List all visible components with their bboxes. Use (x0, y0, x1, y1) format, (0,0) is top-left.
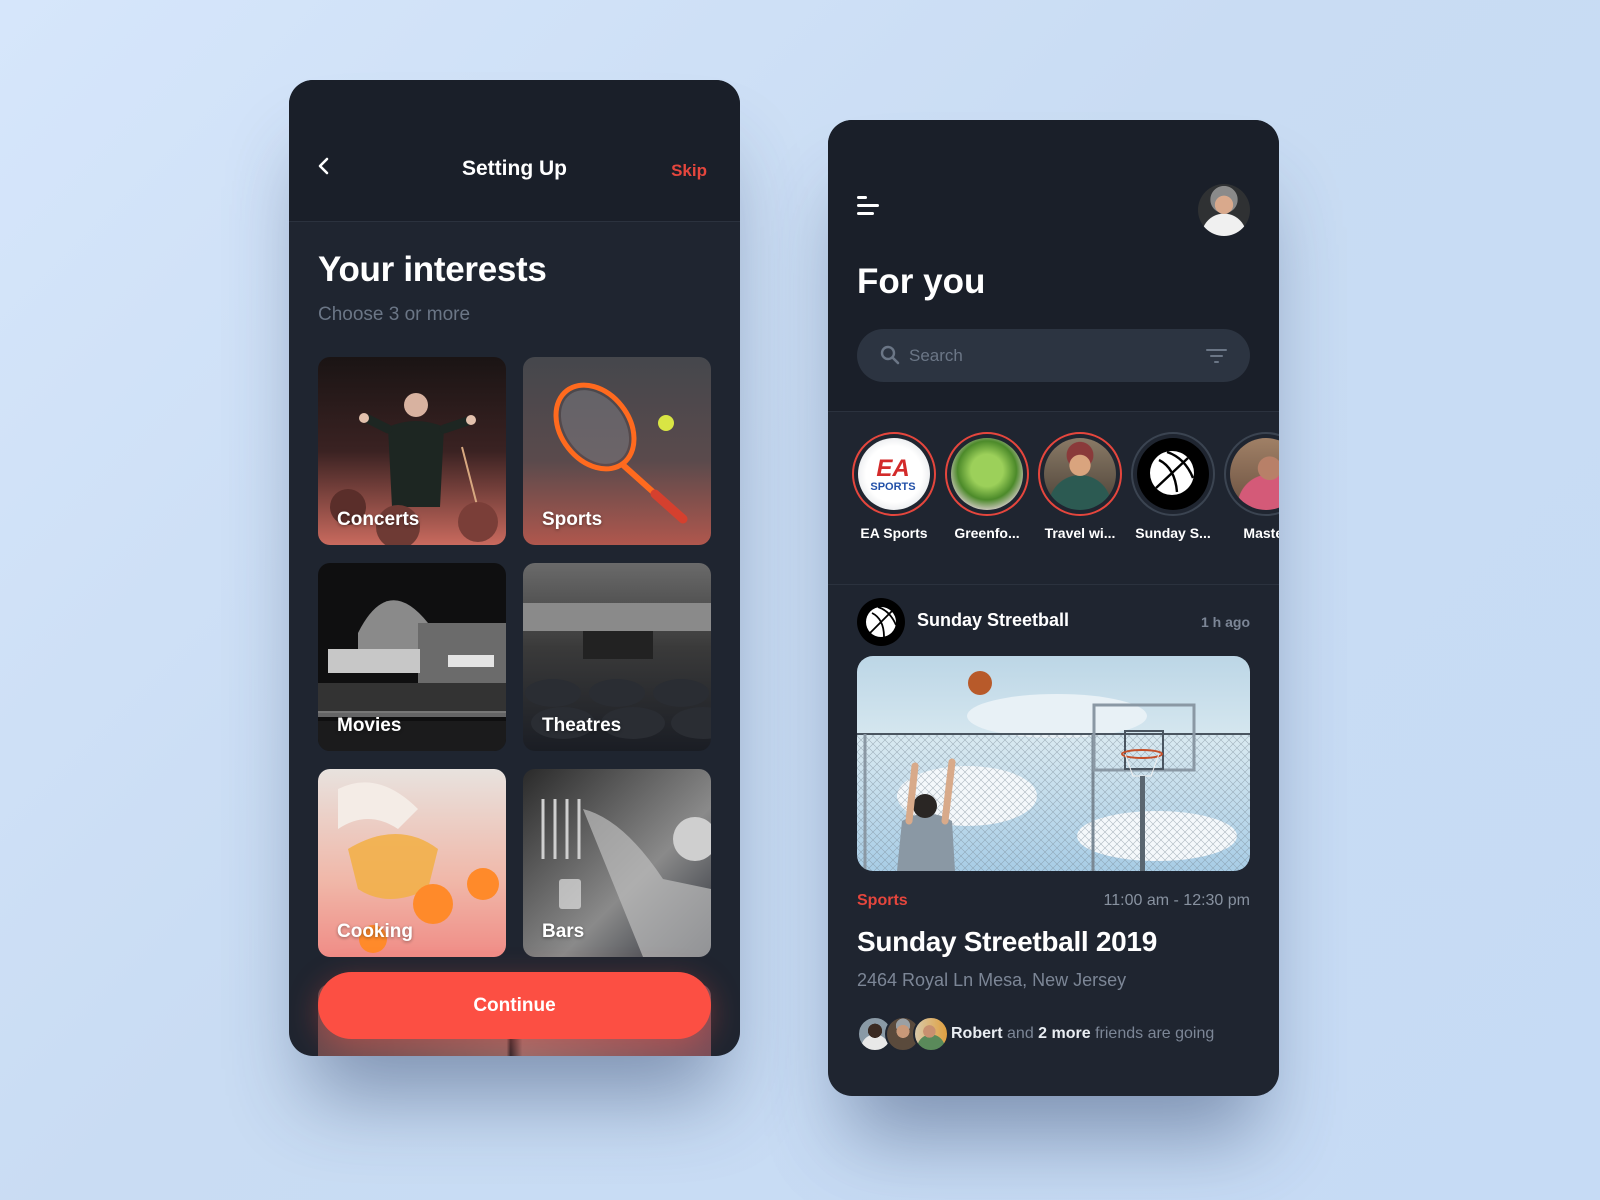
search-bar[interactable] (857, 329, 1250, 382)
interest-tile-concerts[interactable]: Concerts (318, 357, 506, 545)
interest-tile-theatres[interactable]: Theatres (523, 563, 711, 751)
story-ea-sports[interactable]: EA SPORTS EA Sports (848, 432, 940, 541)
story-ring (945, 432, 1029, 516)
traveler-image (1044, 438, 1116, 510)
master-chef-image (1230, 438, 1279, 510)
story-label: Greenfo... (954, 525, 1020, 541)
interest-label: Sports (542, 509, 603, 530)
interest-tile-bars[interactable]: Bars (523, 769, 711, 957)
user-avatar[interactable] (1198, 184, 1250, 236)
friends-connector: and (1007, 1025, 1034, 1042)
story-ring: EA SPORTS (852, 432, 936, 516)
friends-going[interactable]: Robert and 2 more friends are going (857, 1016, 1250, 1054)
friends-going-text: Robert and 2 more friends are going (951, 1025, 1214, 1043)
basketball-icon (866, 606, 897, 638)
interest-label: Theatres (542, 715, 622, 736)
story-sunday-streetball[interactable]: Sunday S... (1127, 432, 1219, 541)
setup-header: Setting Up Skip (289, 80, 740, 222)
search-input[interactable] (909, 329, 1189, 382)
svg-text:EA: EA (876, 455, 909, 482)
stories-row: EA SPORTS EA Sports Greenfo... Travel wi… (828, 432, 1279, 572)
feed-screen: For you EA SPORTS EA Sports Greenf (828, 120, 1279, 1096)
interest-label: Cooking (337, 921, 413, 942)
interest-tile-sports[interactable]: Sports (523, 357, 711, 545)
friends-more-count: 2 more (1038, 1025, 1091, 1042)
page-title: For you (857, 262, 986, 301)
friends-suffix: friends are going (1095, 1025, 1215, 1042)
friend-avatar (913, 1016, 949, 1052)
basketball-logo-icon (1137, 438, 1209, 510)
interest-label: Concerts (337, 509, 420, 530)
post-event-hours: 11:00 am - 12:30 pm (1103, 892, 1250, 909)
interest-label: Bars (542, 921, 585, 942)
friend-name: Robert (951, 1025, 1003, 1042)
ea-sports-logo-icon: EA SPORTS (858, 438, 930, 510)
story-ring (1131, 432, 1215, 516)
story-ring (1038, 432, 1122, 516)
story-travel[interactable]: Travel wi... (1034, 432, 1126, 541)
interest-tile-cooking[interactable]: Cooking (318, 769, 506, 957)
story-greenfo[interactable]: Greenfo... (941, 432, 1033, 541)
interests-heading: Your interests (318, 250, 547, 289)
post-image[interactable] (857, 656, 1250, 871)
post-category-tag[interactable]: Sports (857, 892, 908, 910)
continue-area: Continue (318, 972, 711, 1056)
continue-button[interactable]: Continue (318, 972, 711, 1039)
story-label: Sunday S... (1135, 525, 1211, 541)
post-timestamp: 1 h ago (1200, 614, 1250, 630)
interest-label: Movies (337, 715, 402, 736)
story-label: Travel wi... (1044, 525, 1116, 541)
svg-text:SPORTS: SPORTS (870, 481, 915, 493)
feed-header: For you (828, 120, 1279, 412)
story-label: EA Sports (860, 525, 928, 541)
post-event-title[interactable]: Sunday Streetball 2019 (857, 926, 1157, 958)
interests-subheading: Choose 3 or more (318, 304, 471, 325)
post-author-avatar[interactable] (857, 598, 905, 646)
skip-button[interactable]: Skip (671, 161, 707, 181)
streetball-photo (857, 671, 1250, 871)
story-ring (1224, 432, 1279, 516)
interest-tile-movies[interactable]: Movies (318, 563, 506, 751)
story-master[interactable]: Master (1220, 432, 1279, 541)
search-icon (880, 345, 900, 365)
setup-screen: Setting Up Skip Your interests Choose 3 … (289, 80, 740, 1056)
filter-icon[interactable] (1206, 348, 1228, 364)
divider (828, 584, 1279, 585)
hamburger-menu-icon[interactable] (857, 196, 883, 218)
post-event-address: 2464 Royal Ln Mesa, New Jersey (857, 970, 1127, 990)
story-label: Master (1243, 525, 1279, 541)
post-author-name[interactable]: Sunday Streetball (917, 610, 1069, 631)
green-burger-image (951, 438, 1023, 510)
